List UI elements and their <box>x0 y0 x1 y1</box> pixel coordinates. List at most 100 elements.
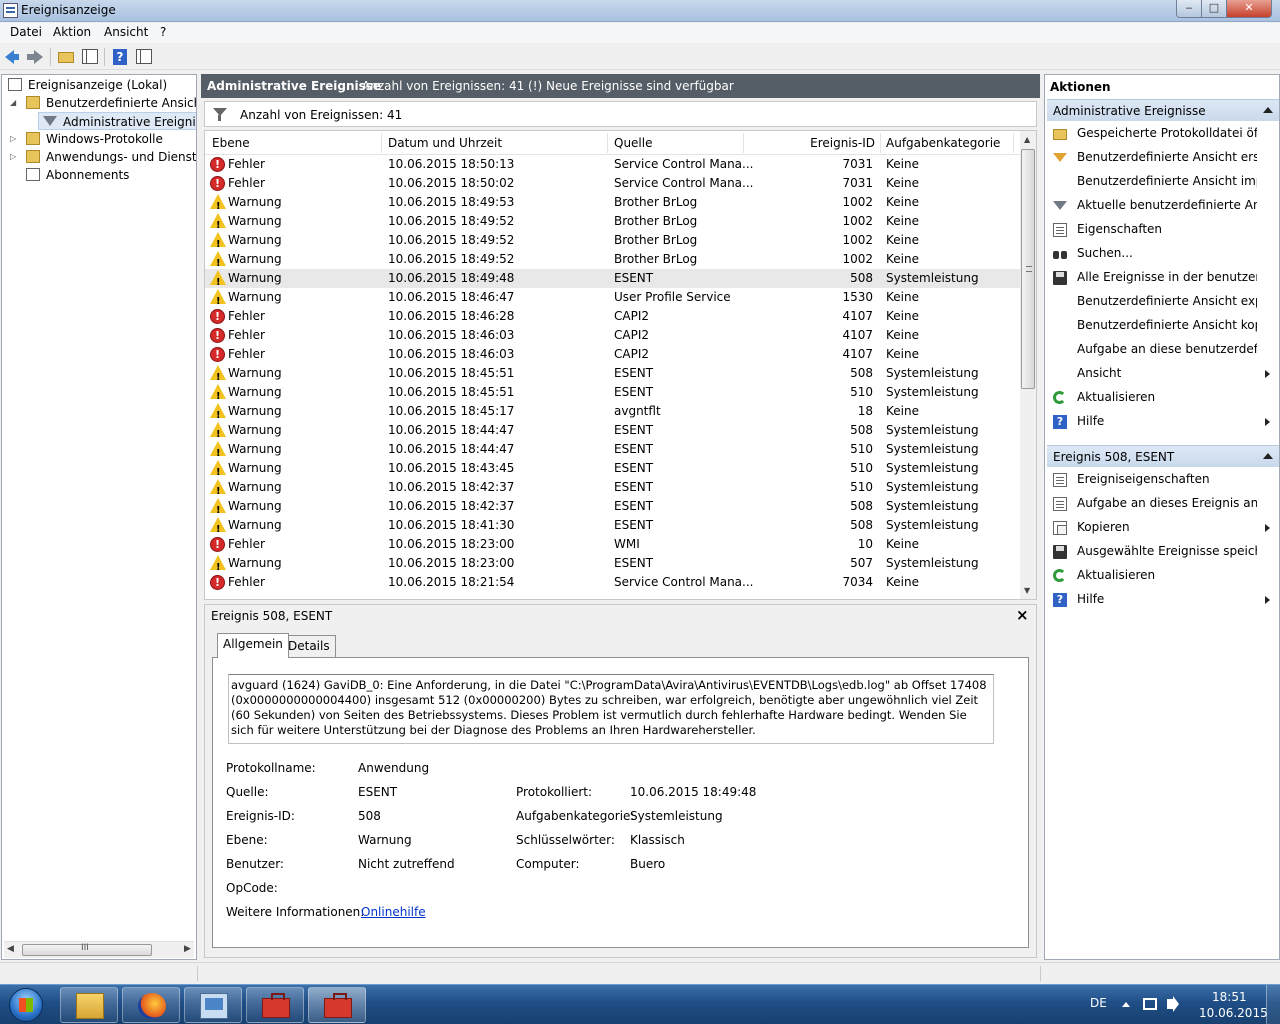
table-row[interactable]: Warnung 10.06.2015 18:45:51 ESENT 510 System… <box>205 383 1020 406</box>
table-row[interactable]: Warnung 10.06.2015 18:45:51 ESENT 508 System… <box>205 364 1020 387</box>
show-hide-actions-button[interactable] <box>135 48 153 66</box>
table-row[interactable]: Warnung 10.06.2015 18:46:47 User Profile S… <box>205 288 1020 311</box>
table-row[interactable]: ! Fehler 10.06.2015 18:46:03 CAPI2 4107 Keine <box>205 326 1020 345</box>
actions-section-event[interactable]: Ereignis 508, ESENT <box>1047 445 1279 467</box>
forward-button[interactable] <box>26 48 44 66</box>
action-item[interactable]: Benutzerdefinierte Ansicht expo... <box>1047 291 1279 313</box>
menu-aktion[interactable]: Aktion <box>53 25 91 39</box>
close-window-button[interactable]: ✕ <box>1226 0 1272 18</box>
tab-details[interactable]: Details <box>282 635 336 657</box>
taskbar-control-panel[interactable] <box>184 987 242 1023</box>
open-folder-button[interactable] <box>57 48 75 66</box>
expand-arrow-icon[interactable]: ▷ <box>10 130 16 148</box>
table-row[interactable]: Warnung 10.06.2015 18:49:48 ESENT 508 System… <box>205 269 1020 292</box>
column-separator[interactable] <box>1013 133 1014 153</box>
action-item[interactable]: Aktualisieren <box>1047 387 1279 409</box>
help-button[interactable]: ? <box>111 48 129 66</box>
onlinehilfe-link[interactable]: Onlinehilfe <box>361 905 426 919</box>
show-desktop-button[interactable] <box>1266 985 1280 1024</box>
table-row[interactable]: ! Fehler 10.06.2015 18:21:54 Service Contro… <box>205 573 1020 592</box>
table-row[interactable]: Warnung 10.06.2015 18:44:47 ESENT 510 System… <box>205 440 1020 463</box>
taskbar-tools[interactable] <box>246 987 304 1023</box>
taskbar-event-viewer[interactable] <box>308 987 366 1023</box>
table-row[interactable]: Warnung 10.06.2015 18:49:53 Brother BrLog 1… <box>205 193 1020 216</box>
back-button[interactable] <box>4 48 22 66</box>
tree-item-app-service-logs[interactable]: ▷ Anwendungs- und Dienstprotokolle <box>6 148 196 166</box>
show-hidden-icons-icon[interactable] <box>1122 1002 1130 1007</box>
column-header-ereignis-id[interactable]: Ereignis-ID <box>795 136 875 150</box>
table-row[interactable]: Warnung 10.06.2015 18:49:52 Brother BrLog 1… <box>205 250 1020 273</box>
table-row[interactable]: ! Fehler 10.06.2015 18:50:02 Service Contro… <box>205 174 1020 193</box>
collapse-section-icon[interactable] <box>1263 453 1273 459</box>
action-item[interactable]: Benutzerdefinierte Ansicht imp... <box>1047 171 1279 193</box>
minimize-button[interactable]: ‒ <box>1176 0 1202 18</box>
tree-item-administrative-events[interactable]: Administrative Ereignisse <box>38 112 196 130</box>
tree-horizontal-scrollbar[interactable]: ◀ III ▶ <box>4 941 194 958</box>
column-separator[interactable] <box>607 133 608 153</box>
action-item[interactable]: ? Hilfe <box>1047 589 1279 611</box>
show-hide-tree-button[interactable] <box>81 48 99 66</box>
menu-ansicht[interactable]: Ansicht <box>104 25 148 39</box>
taskbar-firefox[interactable] <box>122 987 180 1023</box>
scroll-right-icon[interactable]: ▶ <box>184 944 191 954</box>
action-item[interactable]: Benutzerdefinierte Ansicht erste... <box>1047 147 1279 169</box>
menu-help[interactable]: ? <box>160 25 166 39</box>
table-row[interactable]: Warnung 10.06.2015 18:45:17 avgntflt 18 Kein… <box>205 402 1020 425</box>
scroll-down-icon[interactable]: ▼ <box>1024 586 1030 595</box>
action-item[interactable]: Ansicht <box>1047 363 1279 385</box>
clock-date[interactable]: 10.06.2015 <box>1199 1006 1268 1020</box>
table-row[interactable]: Warnung 10.06.2015 18:42:37 ESENT 508 System… <box>205 497 1020 520</box>
scrollbar-thumb[interactable] <box>1021 149 1035 389</box>
table-row[interactable]: Warnung 10.06.2015 18:49:52 Brother BrLog 1… <box>205 231 1020 254</box>
table-row[interactable]: Warnung 10.06.2015 18:41:30 ESENT 508 System… <box>205 516 1020 539</box>
collapse-section-icon[interactable] <box>1263 107 1273 113</box>
event-list-scrollbar[interactable]: ▲ ▼ <box>1020 131 1036 599</box>
start-button[interactable] <box>3 987 51 1023</box>
action-item[interactable]: ? Hilfe <box>1047 411 1279 433</box>
actions-section-administrative[interactable]: Administrative Ereignisse <box>1047 99 1279 121</box>
column-separator[interactable] <box>381 133 382 153</box>
table-row[interactable]: ! Fehler 10.06.2015 18:46:03 CAPI2 4107 Keine <box>205 345 1020 364</box>
language-indicator[interactable]: DE <box>1090 996 1107 1010</box>
clock-time[interactable]: 18:51 <box>1212 990 1247 1004</box>
action-item[interactable]: Aktualisieren <box>1047 565 1279 587</box>
tree-item-windows-logs[interactable]: ▷ Windows-Protokolle <box>6 130 196 148</box>
table-row[interactable]: Warnung 10.06.2015 18:44:47 ESENT 508 System… <box>205 421 1020 444</box>
collapse-arrow-icon[interactable]: ◢ <box>10 94 16 112</box>
scrollbar-thumb[interactable]: III <box>22 943 152 956</box>
table-row[interactable]: Warnung 10.06.2015 18:42:37 ESENT 510 System… <box>205 478 1020 501</box>
action-item[interactable]: Benutzerdefinierte Ansicht kopi... <box>1047 315 1279 337</box>
tab-allgemein[interactable]: Allgemein <box>217 633 289 658</box>
scroll-left-icon[interactable]: ◀ <box>7 944 14 954</box>
table-row[interactable]: ! Fehler 10.06.2015 18:50:13 Service Contro… <box>205 155 1020 174</box>
action-item[interactable]: Aufgabe an diese benutzerdefin... <box>1047 339 1279 361</box>
action-item[interactable]: Gespeicherte Protokolldatei öff... <box>1047 123 1279 145</box>
maximize-button[interactable]: □ <box>1201 0 1227 18</box>
volume-icon[interactable] <box>1167 996 1179 1012</box>
tree-item-ereignisanzeige[interactable]: Ereignisanzeige (Lokal) <box>6 76 196 94</box>
table-row[interactable]: Warnung 10.06.2015 18:23:00 ESENT 507 System… <box>205 554 1020 577</box>
close-detail-icon[interactable]: × <box>1016 606 1029 624</box>
action-item[interactable]: Alle Ereignisse in der benutzerd... <box>1047 267 1279 289</box>
expand-arrow-icon[interactable]: ▷ <box>10 148 16 166</box>
table-row[interactable]: Warnung 10.06.2015 18:49:52 Brother BrLog 1… <box>205 212 1020 235</box>
column-header-aufgabenkategorie[interactable]: Aufgabenkategorie <box>886 136 1000 150</box>
table-row[interactable]: ! Fehler 10.06.2015 18:46:28 CAPI2 4107 Keine <box>205 307 1020 326</box>
scroll-up-icon[interactable]: ▲ <box>1024 135 1030 144</box>
table-row[interactable]: ! Fehler 10.06.2015 18:23:00 WMI 10 Keine <box>205 535 1020 554</box>
column-header-quelle[interactable]: Quelle <box>614 136 652 150</box>
taskbar-explorer[interactable] <box>60 987 118 1023</box>
column-header-ebene[interactable]: Ebene <box>212 136 250 150</box>
tree-item-subscriptions[interactable]: Abonnements <box>6 166 196 184</box>
action-item[interactable]: Aufgabe an dieses Ereignis anfü... <box>1047 493 1279 515</box>
column-separator[interactable] <box>880 133 881 153</box>
action-item[interactable]: Eigenschaften <box>1047 219 1279 241</box>
action-item[interactable]: Ausgewählte Ereignisse speiche... <box>1047 541 1279 563</box>
network-icon[interactable] <box>1143 998 1157 1010</box>
table-row[interactable]: Warnung 10.06.2015 18:43:45 ESENT 510 System… <box>205 459 1020 482</box>
menu-datei[interactable]: Datei <box>10 25 42 39</box>
action-item[interactable]: Aktuelle benutzerdefinierte Ansi... <box>1047 195 1279 217</box>
column-header-datum[interactable]: Datum und Uhrzeit <box>388 136 502 150</box>
action-item[interactable]: Suchen... <box>1047 243 1279 265</box>
event-description[interactable]: avguard (1624) GaviDB_0: Eine Anforderun… <box>228 674 994 744</box>
